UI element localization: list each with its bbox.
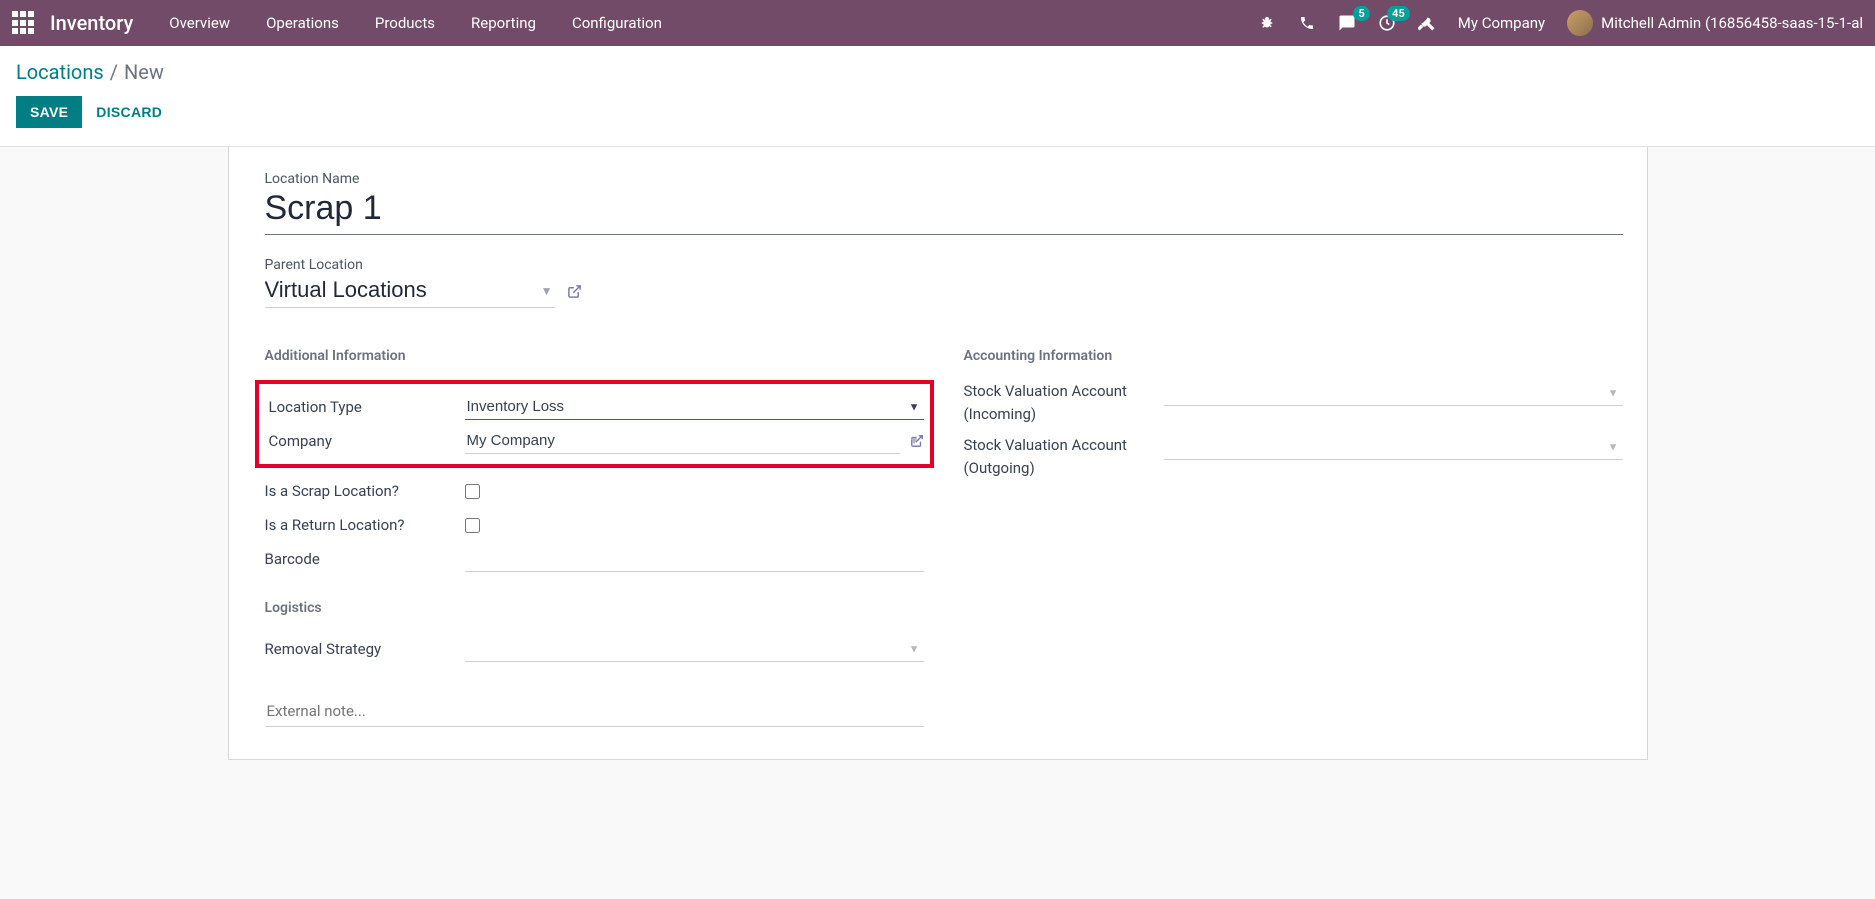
location-type-row: Location Type ▼ [265,390,924,424]
is-return-row: Is a Return Location? [265,508,924,542]
external-note-input[interactable] [265,696,924,727]
nav-overview[interactable]: Overview [169,14,230,32]
removal-select[interactable] [465,636,924,662]
additional-section-title: Additional Information [265,348,924,364]
app-title: Inventory [50,11,133,35]
parent-location-input[interactable] [265,275,555,307]
is-scrap-checkbox[interactable] [465,484,480,499]
is-scrap-label: Is a Scrap Location? [265,482,453,500]
company-row: Company ▼ [265,424,924,458]
nav-reporting[interactable]: Reporting [471,14,536,32]
removal-row: Removal Strategy ▼ [265,632,924,666]
location-type-select[interactable] [465,394,924,420]
parent-location-block: Parent Location ▼ [265,257,1623,308]
nav-operations[interactable]: Operations [266,14,339,32]
bug-icon[interactable] [1258,14,1276,32]
removal-label: Removal Strategy [265,640,453,658]
breadcrumb-sep: / [110,60,118,84]
external-link-icon[interactable] [910,434,924,448]
company-selector[interactable]: My Company [1458,14,1545,32]
breadcrumb: Locations / New [16,60,1859,84]
messages-icon[interactable]: 5 [1338,14,1356,32]
barcode-input[interactable] [465,546,924,572]
nav-products[interactable]: Products [375,14,435,32]
topbar-right: 5 45 My Company Mitchell Admin (16856458… [1258,10,1863,36]
apps-icon[interactable] [12,11,36,35]
parent-location-select[interactable]: ▼ [265,275,555,308]
logistics-section-title: Logistics [265,600,924,616]
breadcrumb-parent[interactable]: Locations [16,60,104,84]
user-menu[interactable]: Mitchell Admin (16856458-saas-15-1-al [1567,10,1863,36]
action-bar: SAVE DISCARD [16,84,1859,146]
save-button[interactable]: SAVE [16,96,82,128]
company-select[interactable] [465,428,900,454]
sva-incoming-select[interactable] [1164,380,1623,406]
parent-location-label: Parent Location [265,257,1623,273]
location-name-input[interactable] [265,189,1623,235]
sva-incoming-row: Stock Valuation Account (Incoming) ▼ [964,380,1623,434]
sva-outgoing-row: Stock Valuation Account (Outgoing) ▼ [964,434,1623,488]
sva-incoming-label: Stock Valuation Account (Incoming) [964,380,1152,425]
external-link-icon[interactable] [567,284,582,299]
tools-icon[interactable] [1418,14,1436,32]
nav-menu: Overview Operations Products Reporting C… [169,14,662,32]
breadcrumb-bar: Locations / New SAVE DISCARD [0,46,1875,146]
form-sheet: Location Name Parent Location ▼ Addition… [228,147,1648,760]
activity-badge: 45 [1387,6,1410,21]
company-label: Company [265,432,453,450]
sva-outgoing-label: Stock Valuation Account (Outgoing) [964,434,1152,479]
left-column: Additional Information Location Type ▼ C… [265,348,924,731]
discard-button[interactable]: DISCARD [96,104,162,120]
sva-outgoing-select[interactable] [1164,434,1623,460]
is-return-checkbox[interactable] [465,518,480,533]
highlight-box: Location Type ▼ Company ▼ [255,380,934,468]
logistics-section: Logistics Removal Strategy ▼ [265,600,924,666]
is-return-label: Is a Return Location? [265,516,453,534]
barcode-label: Barcode [265,550,453,568]
breadcrumb-current: New [124,60,164,84]
right-column: Accounting Information Stock Valuation A… [964,348,1623,731]
is-scrap-row: Is a Scrap Location? [265,474,924,508]
messages-badge: 5 [1353,6,1369,21]
avatar [1567,10,1593,36]
location-type-label: Location Type [265,398,453,416]
location-name-label: Location Name [265,171,1623,187]
activity-icon[interactable]: 45 [1378,14,1396,32]
accounting-section-title: Accounting Information [964,348,1623,364]
user-name: Mitchell Admin (16856458-saas-15-1-al [1601,14,1863,32]
form-columns: Additional Information Location Type ▼ C… [265,348,1623,731]
topbar: Inventory Overview Operations Products R… [0,0,1875,46]
phone-icon[interactable] [1298,14,1316,32]
barcode-row: Barcode [265,542,924,576]
nav-configuration[interactable]: Configuration [572,14,662,32]
